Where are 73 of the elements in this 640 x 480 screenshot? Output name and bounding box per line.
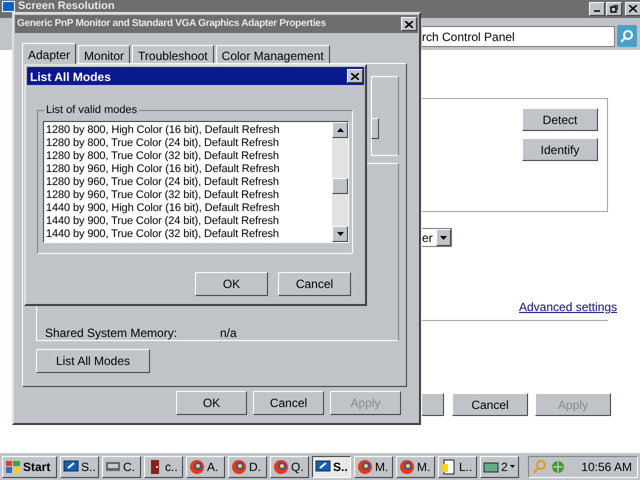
button[interactable] bbox=[422, 393, 444, 416]
browser-icon bbox=[357, 458, 373, 474]
mode-list-item[interactable]: 1280 by 960, High Color (16 bit), Default Refresh bbox=[46, 163, 280, 176]
mode-list[interactable] bbox=[43, 121, 349, 243]
magnifier-icon bbox=[532, 458, 548, 474]
dialog-title: List All Modes bbox=[30, 69, 111, 86]
search-icon[interactable] bbox=[617, 25, 637, 47]
taskbar-button[interactable]: 2 bbox=[480, 456, 519, 478]
info-label: Shared System Memory: bbox=[45, 325, 178, 342]
monitor-icon bbox=[315, 458, 331, 474]
mode-list-item[interactable]: 1440 by 900, True Color (24 bit), Default Refresh bbox=[46, 215, 279, 228]
dialog-button[interactable]: Cancel bbox=[278, 272, 351, 296]
network-icon bbox=[550, 458, 566, 474]
monitor-icon bbox=[63, 458, 79, 474]
window-title: Screen Resolution bbox=[18, 0, 115, 12]
panel-button[interactable]: Detect bbox=[522, 108, 598, 131]
restore-icon bbox=[610, 5, 618, 13]
search-field[interactable]: rch Control Panel bbox=[422, 26, 615, 47]
mode-list-item[interactable]: 1280 by 800, High Color (16 bit), Default Refresh bbox=[46, 124, 280, 137]
windows-logo-icon bbox=[5, 460, 21, 474]
taskbar-button[interactable]: c.. bbox=[144, 456, 183, 478]
mode-list-item[interactable]: 1280 by 960, True Color (24 bit), Default Refresh bbox=[46, 176, 279, 189]
taskbar-button[interactable]: S.. bbox=[60, 456, 99, 478]
minimize-button[interactable] bbox=[589, 2, 605, 16]
window-title: Generic PnP Monitor and Standard VGA Graphics Adapter Properties bbox=[17, 18, 326, 30]
browser-icon bbox=[231, 458, 247, 474]
tab[interactable]: Monitor bbox=[78, 45, 130, 64]
footer-button[interactable]: OK bbox=[176, 391, 247, 415]
taskbar-button[interactable]: L.. bbox=[438, 456, 477, 478]
tab[interactable]: Color Management bbox=[216, 45, 330, 64]
dropdown-value: er bbox=[422, 230, 433, 246]
taskbar-button[interactable]: C. bbox=[102, 456, 141, 478]
browser-icon bbox=[189, 458, 205, 474]
list-all-modes-button[interactable]: List All Modes bbox=[36, 349, 150, 373]
footer-button[interactable]: Cancel bbox=[253, 391, 324, 415]
dropdown[interactable]: er bbox=[422, 228, 452, 247]
panel-button[interactable]: Identify bbox=[522, 138, 598, 161]
button[interactable] bbox=[371, 118, 379, 139]
monitor-icon bbox=[2, 1, 15, 12]
close-button[interactable] bbox=[625, 2, 640, 16]
close-icon bbox=[405, 20, 413, 28]
mode-list-item[interactable]: 1440 by 900, High Color (16 bit), Default Refresh bbox=[46, 202, 280, 215]
taskbar-button[interactable]: M. bbox=[396, 456, 435, 478]
notepad-icon bbox=[441, 458, 457, 474]
close-button[interactable] bbox=[347, 69, 363, 83]
mode-list-item[interactable]: 1280 by 960, True Color (32 bit), Default Refresh bbox=[46, 189, 279, 202]
restore-button[interactable] bbox=[606, 2, 622, 16]
taskbar-button[interactable]: D. bbox=[228, 456, 267, 478]
close-icon bbox=[351, 72, 359, 80]
close-button[interactable] bbox=[401, 17, 417, 31]
advanced-settings-link[interactable]: Advanced settings bbox=[519, 298, 618, 316]
tab[interactable]: Adapter bbox=[22, 43, 76, 64]
scrollbar-thumb[interactable] bbox=[332, 178, 348, 194]
footer-button[interactable]: Cancel bbox=[452, 393, 528, 416]
browser-icon bbox=[273, 458, 289, 474]
taskbar-button[interactable]: M. bbox=[354, 456, 393, 478]
tab[interactable]: Troubleshoot bbox=[132, 45, 214, 64]
scroll-up-icon[interactable] bbox=[336, 128, 344, 132]
close-icon bbox=[629, 5, 637, 13]
start-button[interactable]: Start bbox=[2, 456, 57, 478]
taskbar-button[interactable]: Q. bbox=[270, 456, 309, 478]
info-value: n/a bbox=[220, 325, 237, 342]
caret-icon bbox=[510, 465, 515, 468]
browser-icon bbox=[399, 458, 415, 474]
scroll-down-icon[interactable] bbox=[336, 232, 344, 236]
mode-list-item[interactable]: 1280 by 800, True Color (32 bit), Default Refresh bbox=[46, 150, 279, 163]
mode-list-item[interactable]: 1440 by 900, True Color (32 bit), Default Refresh bbox=[46, 228, 279, 241]
mode-list-item[interactable]: 1280 by 800, True Color (24 bit), Default Refresh bbox=[46, 137, 279, 150]
dialog-button[interactable]: OK bbox=[195, 272, 268, 296]
taskbar-button[interactable]: A. bbox=[186, 456, 225, 478]
clock: 10:56 AM bbox=[581, 458, 633, 476]
taskbar-button[interactable]: S.. bbox=[312, 456, 351, 478]
scrollbar[interactable] bbox=[332, 122, 348, 242]
